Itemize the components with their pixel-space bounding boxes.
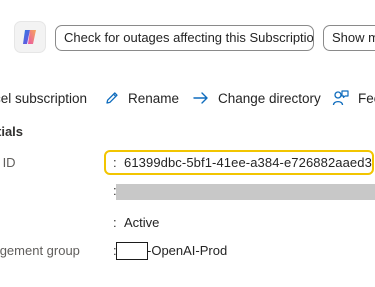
management-group-row: anagement group : -OpenAI-Prod bbox=[0, 240, 375, 262]
copilot-icon bbox=[23, 30, 36, 44]
status-row: : Active bbox=[0, 212, 375, 234]
subscription-id-row: tion ID : 61399dbc-5bf1-41ee-a384-e72688… bbox=[0, 152, 375, 174]
status-colon: : bbox=[113, 215, 117, 230]
change-directory-label: Change directory bbox=[218, 90, 321, 106]
check-outages-chip[interactable]: Check for outages affecting this Subscri… bbox=[55, 25, 314, 51]
directory-redaction bbox=[116, 184, 375, 200]
change-directory-button[interactable]: Change directory bbox=[192, 86, 321, 110]
copilot-button[interactable] bbox=[14, 21, 46, 53]
essentials-heading: tials bbox=[0, 124, 24, 139]
subscription-id-label: tion ID bbox=[0, 155, 16, 170]
cancel-subscription-button[interactable]: cel subscription bbox=[0, 86, 87, 110]
feedback-icon bbox=[332, 90, 349, 106]
show-more-chip[interactable]: Show m bbox=[323, 25, 375, 51]
change-directory-arrow-icon bbox=[193, 92, 208, 104]
cancel-subscription-label: cel subscription bbox=[0, 90, 88, 106]
rename-pencil-icon bbox=[106, 92, 118, 104]
management-group-label: anagement group bbox=[0, 243, 80, 258]
rename-label: Rename bbox=[128, 90, 180, 106]
subscription-id-colon: : bbox=[113, 155, 117, 170]
subscription-overview: Check for outages affecting this Subscri… bbox=[0, 0, 375, 287]
management-group-value[interactable]: -OpenAI-Prod bbox=[147, 243, 227, 258]
status-value: Active bbox=[124, 215, 160, 230]
feedback-button[interactable]: Fee bbox=[332, 86, 375, 110]
subscription-id-value[interactable]: 61399dbc-5bf1-41ee-a384-e726882aaed3 bbox=[124, 155, 372, 170]
management-group-redaction bbox=[116, 242, 148, 260]
feedback-label: Fee bbox=[358, 90, 375, 106]
command-bar: cel subscription Rename Change directory… bbox=[0, 86, 375, 110]
rename-button[interactable]: Rename bbox=[104, 86, 179, 110]
